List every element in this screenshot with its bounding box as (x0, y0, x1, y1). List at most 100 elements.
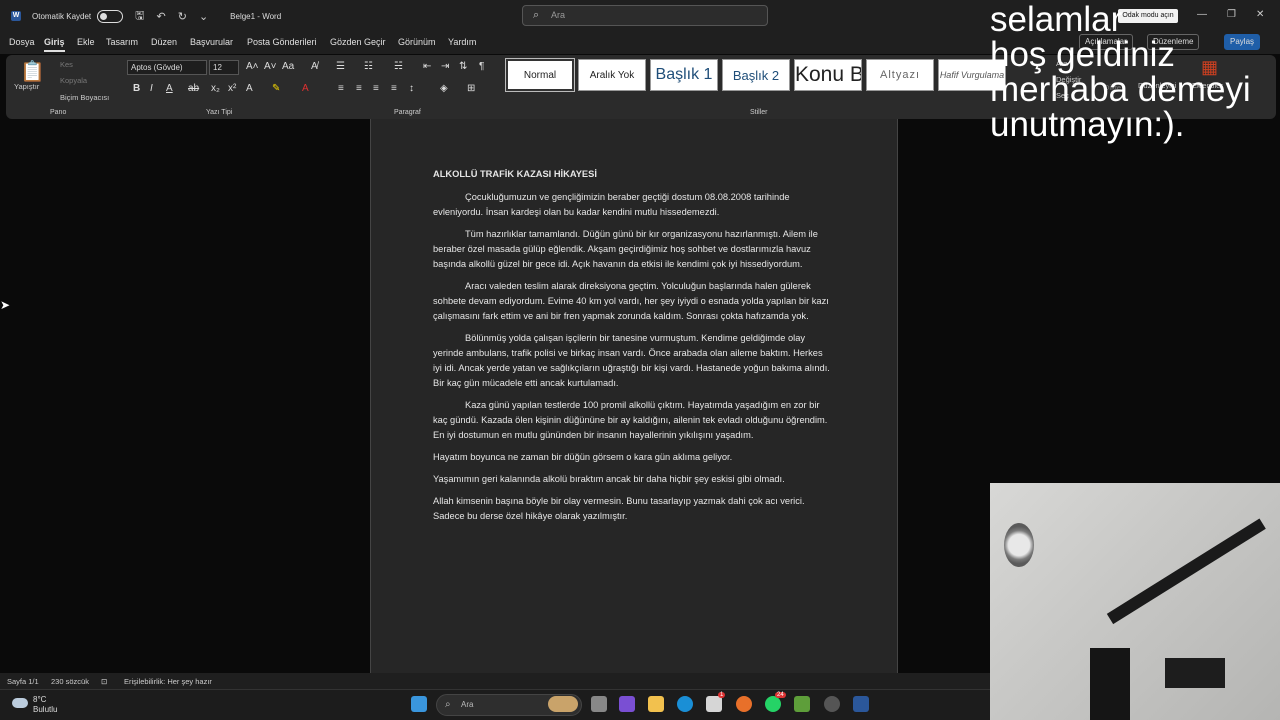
style-no-spacing[interactable]: Aralık Yok (578, 59, 646, 91)
search-highlight-icon[interactable] (548, 696, 578, 712)
whatsapp-badge: 24 (775, 692, 786, 698)
grow-font-icon[interactable]: A˄ (246, 61, 259, 72)
paragraph-6: Hayatım boyunca ne zaman bir düğün görse… (433, 452, 733, 462)
document-page[interactable]: ALKOLLÜ TRAFİK KAZASI HİKAYESİ Çocukluğu… (370, 119, 898, 675)
paragraph-8: Allah kimsenin başına böyle bir olay ver… (433, 496, 805, 521)
style-heading-2[interactable]: Başlık 2 (722, 59, 790, 91)
increase-indent-icon[interactable]: ⇥ (441, 61, 449, 72)
format-painter-button[interactable]: Biçim Boyacısı (60, 93, 109, 102)
align-center-icon[interactable]: ≡ (356, 83, 362, 94)
text-effects-icon[interactable]: A (246, 83, 253, 94)
tab-tasarim[interactable]: Tasarım (106, 37, 138, 47)
mouse-cursor-icon: ➤ (0, 298, 11, 312)
font-size-select[interactable]: 12 (209, 60, 239, 75)
strikethrough-icon[interactable]: ab (188, 83, 199, 94)
decrease-indent-icon[interactable]: ⇤ (423, 61, 431, 72)
firefox-icon[interactable] (736, 696, 752, 712)
italic-icon[interactable]: I (150, 83, 153, 94)
copilot-icon[interactable] (619, 696, 635, 712)
paragraph-5: Kaza günü yapılan testlerde 100 promil a… (433, 400, 828, 440)
paragraph-1: Çocukluğumuzun ve gençliğimizin beraber … (433, 192, 790, 217)
change-case-icon[interactable]: Aa (282, 61, 294, 72)
settings-icon[interactable] (824, 696, 840, 712)
line-spacing-icon[interactable]: ↕ (409, 83, 414, 94)
start-icon[interactable] (411, 696, 427, 712)
microphone-image (1165, 658, 1225, 688)
spelling-icon[interactable]: ⊡ (101, 677, 107, 686)
bold-icon[interactable]: B (133, 83, 140, 94)
autosave-label: Otomatik Kaydet (32, 11, 92, 21)
task-view-icon[interactable] (591, 696, 607, 712)
search-placeholder: Ara (551, 10, 566, 20)
search-icon: ⌕ (533, 9, 540, 21)
style-subtitle[interactable]: Altyazı (866, 59, 934, 91)
word-app-icon: W (11, 11, 21, 21)
store-icon[interactable] (706, 696, 722, 712)
font-color-icon[interactable]: A (302, 83, 309, 94)
font-name-select[interactable]: Aptos (Gövde) (127, 60, 207, 75)
multilevel-list-icon[interactable]: ☵ (394, 61, 403, 72)
clipboard-group-label: Pano (50, 109, 67, 116)
style-normal[interactable]: Normal (505, 58, 575, 92)
close-icon[interactable]: ✕ (1256, 9, 1264, 20)
styles-gallery: Normal Aralık Yok Başlık 1 Başlık 2 Konu… (505, 58, 1016, 99)
store-badge: 1 (718, 692, 726, 698)
undo-icon[interactable]: ↶ (157, 10, 166, 23)
paste-icon[interactable]: 📋 (20, 59, 45, 84)
tab-gozden-gecir[interactable]: Gözden Geçir (330, 37, 386, 47)
subscript-icon[interactable]: x₂ (211, 83, 220, 94)
webcam-overlay (990, 483, 1280, 720)
edge-icon[interactable] (677, 696, 693, 712)
word-taskbar-icon[interactable] (853, 696, 869, 712)
paragraph-7: Yaşamımın geri kalanında alkolü bıraktım… (433, 474, 785, 484)
tab-giris[interactable]: Giriş (44, 37, 65, 52)
style-heading-1[interactable]: Başlık 1 (650, 59, 718, 91)
app-icon-green[interactable] (794, 696, 810, 712)
taskbar-search-icon: ⌕ (445, 699, 451, 710)
weather-desc: Bulutlu (33, 705, 58, 714)
mic-arm-image (1106, 518, 1266, 625)
clear-format-icon[interactable]: A̸ (311, 61, 318, 72)
file-explorer-icon[interactable] (648, 696, 664, 712)
align-right-icon[interactable]: ≡ (373, 83, 379, 94)
highlight-icon[interactable]: ✎ (272, 83, 280, 94)
tab-ekle[interactable]: Ekle (77, 37, 95, 47)
borders-icon[interactable]: ⊞ (467, 83, 475, 94)
tab-yardim[interactable]: Yardım (448, 37, 476, 47)
customize-toolbar-icon[interactable]: ⌄ (199, 10, 208, 23)
tab-basvurular[interactable]: Başvurular (190, 37, 233, 47)
autosave-toggle[interactable] (97, 9, 124, 23)
superscript-icon[interactable]: x² (228, 83, 236, 94)
font-group-label: Yazı Tipi (206, 109, 233, 116)
tab-dosya[interactable]: Dosya (9, 37, 35, 47)
sort-icon[interactable]: ⇅ (459, 61, 467, 72)
paragraph-group-label: Paragraf (394, 109, 421, 116)
paste-button[interactable]: Yapıştır (14, 82, 39, 91)
tab-gorunum[interactable]: Görünüm (398, 37, 436, 47)
align-left-icon[interactable]: ≡ (338, 83, 344, 94)
whatsapp-icon[interactable] (765, 696, 781, 712)
document-body[interactable]: ALKOLLÜ TRAFİK KAZASI HİKAYESİ Çocukluğu… (433, 167, 833, 531)
underline-icon[interactable]: A (166, 83, 173, 94)
search-input[interactable]: ⌕ Ara (522, 5, 768, 26)
justify-icon[interactable]: ≡ (391, 83, 397, 94)
save-icon[interactable]: 🖫 (135, 7, 144, 26)
show-marks-icon[interactable]: ¶ (479, 61, 484, 72)
redo-icon[interactable]: ↻ (178, 10, 187, 23)
tab-posta[interactable]: Posta Gönderileri (247, 37, 317, 47)
copy-button[interactable]: Kopyala (60, 76, 87, 85)
document-heading: ALKOLLÜ TRAFİK KAZASI HİKAYESİ (433, 169, 597, 179)
shrink-font-icon[interactable]: A˅ (264, 61, 277, 72)
numbering-icon[interactable]: ☷ (364, 61, 373, 72)
word-count[interactable]: 230 sözcük (51, 677, 89, 686)
tab-duzen[interactable]: Düzen (151, 37, 177, 47)
page-count[interactable]: Sayfa 1/1 (7, 677, 39, 686)
bullets-icon[interactable]: ☰ (336, 61, 345, 72)
accessibility-status[interactable]: Erişilebilirlik: Her şey hazır (124, 677, 212, 686)
mic-stand-image (1090, 648, 1130, 720)
style-title[interactable]: Konu Başlığı (794, 59, 862, 91)
stream-overlay-text: selamlar hoş geldiniz merhaba demeyi unu… (990, 0, 1251, 144)
paragraph-2: Tüm hazırlıklar tamamlandı. Düğün günü b… (433, 229, 818, 269)
cut-button[interactable]: Kes (60, 60, 73, 69)
shading-icon[interactable]: ◈ (440, 83, 448, 94)
